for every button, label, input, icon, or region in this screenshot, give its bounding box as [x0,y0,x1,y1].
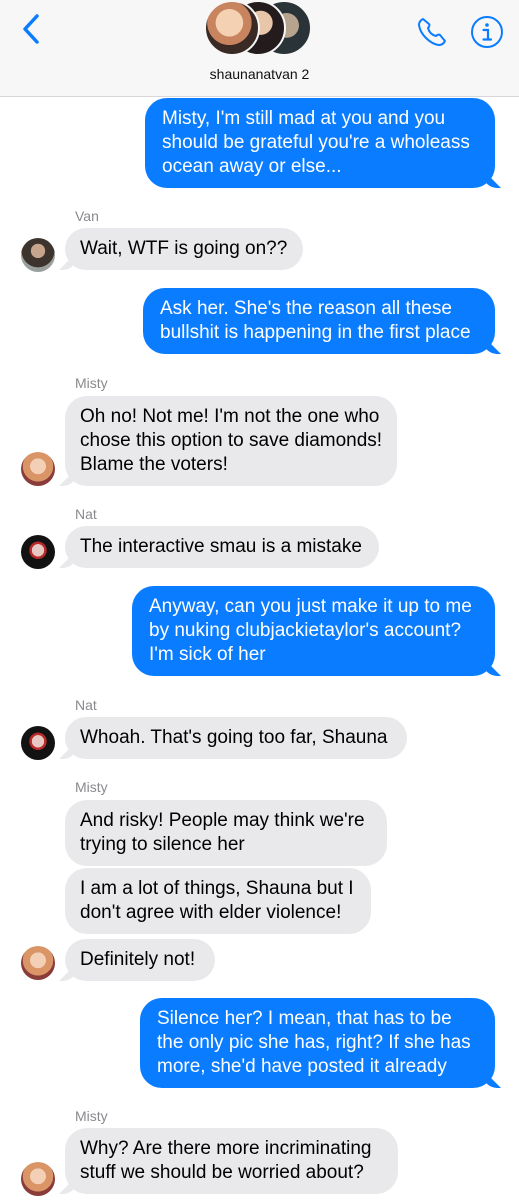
outgoing-message[interactable]: Silence her? I mean, that has to be the … [140,998,495,1088]
incoming-message[interactable]: Why? Are there more incriminating stuff … [65,1128,398,1194]
sender-name: Van [75,208,99,224]
call-button[interactable] [414,14,450,50]
incoming-message[interactable]: Oh no! Not me! I'm not the one who chose… [65,396,397,486]
incoming-message[interactable]: I am a lot of things, Shauna but I don't… [65,868,371,934]
info-icon [471,16,503,48]
avatar [204,0,260,56]
phone-icon [418,18,446,46]
avatar[interactable] [21,535,55,569]
sender-name: Misty [75,375,108,391]
info-button[interactable] [469,14,505,50]
incoming-message[interactable]: Wait, WTF is going on?? [65,228,303,270]
avatar[interactable] [21,946,55,980]
avatar[interactable] [21,1162,55,1196]
sender-name: Nat [75,697,97,713]
incoming-message[interactable]: The interactive smau is a mistake [65,526,379,568]
outgoing-message[interactable]: Ask her. She's the reason all these bull… [143,288,495,354]
incoming-message[interactable]: And risky! People may think we're trying… [65,800,387,866]
avatar[interactable] [21,452,55,486]
sender-name: Misty [75,1108,108,1124]
sender-name: Nat [75,506,97,522]
sender-name: Misty [75,779,108,795]
outgoing-message[interactable]: Anyway, can you just make it up to me by… [132,586,495,676]
back-button[interactable] [16,12,46,46]
avatar[interactable] [21,726,55,760]
chevron-left-icon [23,14,39,44]
group-name[interactable]: shaunanatvan 2 [0,66,519,82]
avatar[interactable] [21,238,55,272]
outgoing-message[interactable]: Misty, I'm still mad at you and you shou… [145,98,495,188]
group-avatars[interactable] [204,0,322,58]
conversation-header: shaunanatvan 2 [0,0,519,97]
incoming-message[interactable]: Definitely not! [65,939,215,981]
incoming-message[interactable]: Whoah. That's going too far, Shauna [65,717,407,759]
